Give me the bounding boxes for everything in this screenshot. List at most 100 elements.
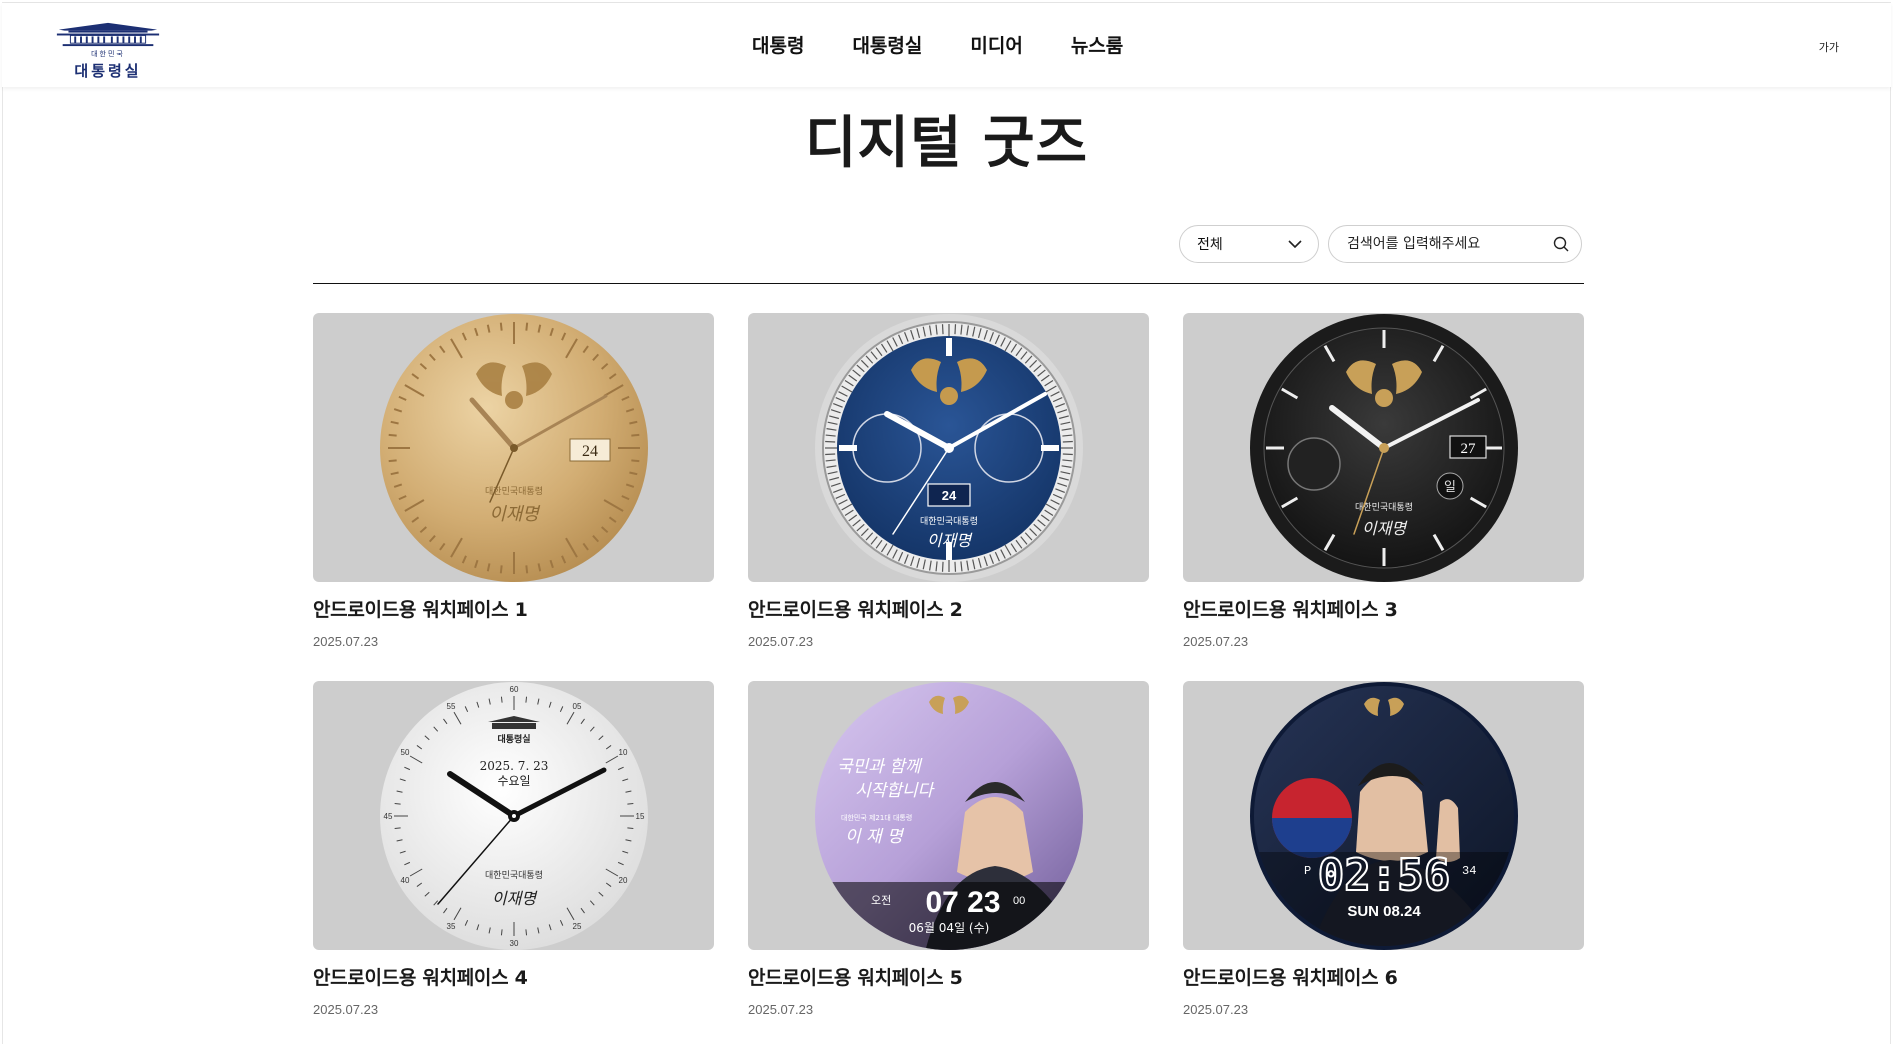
card-thumbnail[interactable]: 24 대한민국대통령 이재명 bbox=[313, 313, 714, 582]
category-select[interactable]: 전체 bbox=[1179, 225, 1319, 263]
logo-title: 대통령실 bbox=[74, 62, 142, 80]
goods-card[interactable]: 국민과 함께 시작합니다 대한민국 제21대 대통령 이 재 명 오전 07 2… bbox=[748, 681, 1149, 1021]
face-sig-small: 대한민국 제21대 대통령 bbox=[841, 813, 912, 822]
watchface-white: 60 05 10 15 20 25 30 35 40 45 50 55 대통령실… bbox=[379, 681, 648, 950]
tick-label: 45 bbox=[383, 812, 392, 821]
face-sig-small: 대한민국대통령 bbox=[485, 869, 543, 881]
face-time: 02:56 bbox=[1317, 850, 1449, 901]
dial-tick bbox=[524, 928, 527, 935]
goods-card[interactable]: 27 일 대한민국대통령 이재명 안드로이드용 워치페이스 3 2025.07.… bbox=[1183, 313, 1584, 653]
card-thumbnail[interactable]: 국민과 함께 시작합니다 대한민국 제21대 대통령 이 재 명 오전 07 2… bbox=[748, 681, 1149, 950]
card-title[interactable]: 안드로이드용 워치페이스 2 bbox=[748, 595, 1149, 622]
site-logo[interactable]: 대한민국 대통령실 bbox=[52, 21, 164, 81]
dial-tick bbox=[524, 564, 528, 573]
face-day: 일 bbox=[1444, 480, 1456, 495]
card-title[interactable]: 안드로이드용 워치페이스 3 bbox=[1183, 595, 1584, 622]
face-signature: 이 재 명 bbox=[845, 827, 905, 847]
dial-tick bbox=[1062, 440, 1073, 443]
card-title[interactable]: 안드로이드용 워치페이스 6 bbox=[1183, 963, 1584, 990]
dial-tick bbox=[394, 826, 401, 829]
dial-tick bbox=[500, 928, 503, 935]
goods-card[interactable]: 60 05 10 15 20 25 30 35 40 45 50 55 대통령실… bbox=[313, 681, 714, 1021]
card-date: 2025.07.23 bbox=[1183, 634, 1249, 649]
face-time: 07 23 bbox=[925, 886, 1000, 919]
filter-bar: 전체 bbox=[1179, 225, 1582, 263]
face-date-text: 2025. 7. 23 bbox=[479, 759, 548, 773]
dial-tick bbox=[1062, 452, 1073, 455]
goods-card[interactable]: 24 대한민국대통령 이재명 안드로이드용 워치페이스 1 2025.07.23 bbox=[313, 313, 714, 653]
face-signature: 이재명 bbox=[926, 531, 972, 550]
divider bbox=[313, 283, 1584, 284]
dial-tick bbox=[524, 696, 527, 703]
main-nav: 대통령 대통령실 미디어 뉴스룸 bbox=[752, 31, 1171, 58]
face-date: 24 bbox=[582, 443, 598, 460]
page-title: 디지털 굿즈 bbox=[804, 111, 1089, 176]
dial-tick bbox=[499, 322, 503, 331]
dial-tick bbox=[524, 322, 528, 331]
dial-tick bbox=[953, 323, 956, 334]
dial-tick bbox=[630, 433, 639, 437]
face-sig-small: 대한민국대통령 bbox=[920, 515, 978, 527]
watchface-gold: 24 대한민국대통령 이재명 bbox=[379, 313, 648, 582]
tick-label: 25 bbox=[572, 922, 581, 931]
tick-label: 20 bbox=[618, 876, 627, 885]
card-title[interactable]: 안드로이드용 워치페이스 1 bbox=[313, 595, 714, 622]
card-date: 2025.07.23 bbox=[748, 1002, 814, 1017]
tick-label: 60 bbox=[509, 685, 518, 694]
card-title[interactable]: 안드로이드용 워치페이스 5 bbox=[748, 963, 1149, 990]
card-thumbnail[interactable]: P 02:56 34 SUN 08.24 bbox=[1183, 681, 1584, 950]
face-date-text: SUN 08.24 bbox=[1347, 903, 1421, 920]
site-header: 대한민국 대통령실 대통령 대통령실 미디어 뉴스룸 가가 bbox=[2, 3, 1891, 87]
watchface-black: 27 일 대한민국대통령 이재명 bbox=[1249, 313, 1518, 582]
card-date: 2025.07.23 bbox=[313, 1002, 379, 1017]
dial-tick bbox=[394, 802, 401, 805]
face-weekday: 수요일 bbox=[497, 774, 530, 788]
face-seconds: 34 bbox=[1462, 864, 1476, 878]
card-date: 2025.07.23 bbox=[748, 634, 814, 649]
card-thumbnail[interactable]: 27 일 대한민국대통령 이재명 bbox=[1183, 313, 1584, 582]
card-thumbnail[interactable]: 60 05 10 15 20 25 30 35 40 45 50 55 대통령실… bbox=[313, 681, 714, 950]
goods-card[interactable]: P 02:56 34 SUN 08.24 안드로이드용 워치페이스 6 2025… bbox=[1183, 681, 1584, 1021]
nav-media[interactable]: 미디어 bbox=[970, 31, 1022, 58]
tick-label: 05 bbox=[572, 702, 581, 711]
dial-tick bbox=[388, 458, 397, 462]
dial-tick bbox=[953, 561, 956, 572]
face-seconds: 00 bbox=[1013, 895, 1025, 907]
tick-label: 30 bbox=[509, 939, 518, 948]
face-slogan-2: 시작합니다 bbox=[855, 781, 936, 801]
face-logo-text: 대통령실 bbox=[497, 733, 530, 745]
dial-tick bbox=[941, 323, 944, 334]
face-date-text: 06월 04일 (수) bbox=[908, 921, 989, 935]
dial-tick bbox=[824, 452, 835, 455]
face-signature: 이재명 bbox=[1361, 519, 1407, 538]
tick-label: 35 bbox=[446, 922, 455, 931]
nav-office[interactable]: 대통령실 bbox=[852, 31, 922, 58]
search-icon[interactable] bbox=[1553, 236, 1569, 252]
card-title[interactable]: 안드로이드용 워치페이스 4 bbox=[313, 963, 714, 990]
card-date: 2025.07.23 bbox=[313, 634, 379, 649]
dial-tick bbox=[500, 696, 503, 703]
logo-subtitle: 대한민국 bbox=[91, 50, 125, 58]
face-date: 27 bbox=[1460, 441, 1476, 457]
goods-card[interactable]: 24 대한민국대통령 이재명 안드로이드용 워치페이스 2 2025.07.23 bbox=[748, 313, 1149, 653]
search-box bbox=[1328, 225, 1582, 263]
tick-label: 15 bbox=[635, 812, 644, 821]
goods-grid: 24 대한민국대통령 이재명 안드로이드용 워치페이스 1 2025.07.23 bbox=[313, 313, 1584, 1021]
category-select-value: 전체 bbox=[1197, 237, 1223, 253]
blue-house-icon bbox=[56, 22, 160, 47]
face-slogan-1: 국민과 함께 bbox=[837, 757, 923, 777]
face-signature: 이재명 bbox=[491, 889, 537, 908]
nav-president[interactable]: 대통령 bbox=[752, 31, 804, 58]
nav-newsroom[interactable]: 뉴스룸 bbox=[1071, 31, 1123, 58]
font-size-button[interactable]: 가가 bbox=[1819, 39, 1839, 55]
dial-tick bbox=[626, 802, 633, 805]
face-ampm: P bbox=[1304, 864, 1311, 878]
tick-label: 40 bbox=[400, 876, 409, 885]
dial-tick bbox=[388, 433, 397, 437]
card-date: 2025.07.23 bbox=[1183, 1002, 1249, 1017]
dial-tick bbox=[630, 458, 639, 462]
search-input[interactable] bbox=[1345, 235, 1553, 253]
face-ampm: 오전 bbox=[871, 894, 891, 907]
card-thumbnail[interactable]: 24 대한민국대통령 이재명 bbox=[748, 313, 1149, 582]
dial-tick bbox=[941, 561, 944, 572]
